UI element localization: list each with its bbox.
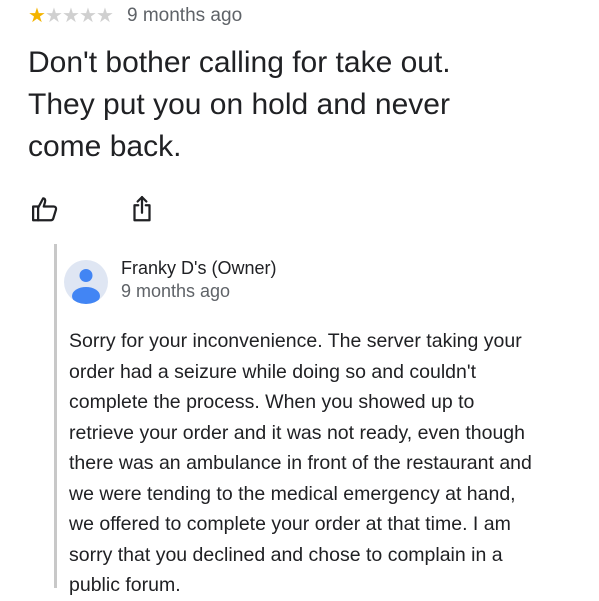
- person-icon: [72, 269, 100, 304]
- review-meta: ★ ★ ★ ★ ★ 9 months ago: [28, 4, 242, 28]
- like-button[interactable]: [28, 192, 62, 226]
- owner-response-timestamp: 9 months ago: [121, 281, 231, 301]
- star-empty-icon: ★: [45, 5, 63, 27]
- share-icon: [133, 196, 151, 222]
- share-button[interactable]: [125, 192, 159, 226]
- review-text: Don't bother calling for take out. They …: [28, 42, 558, 168]
- star-filled-icon: ★: [28, 5, 46, 27]
- review-text-line: Don't bother calling for take out.: [28, 46, 451, 79]
- review-timestamp: 9 months ago: [127, 5, 243, 26]
- star-empty-icon: ★: [62, 5, 80, 27]
- thumbs-up-icon: [32, 197, 58, 222]
- response-text-line: there was an ambulance in front of the r…: [69, 452, 532, 474]
- response-text-line: we offered to complete your order at tha…: [69, 513, 511, 535]
- review-text-line: come back.: [28, 130, 182, 163]
- response-text-line: complete the process. When you showed up…: [69, 391, 475, 413]
- review-actions: [28, 192, 159, 226]
- star-empty-icon: ★: [96, 5, 114, 27]
- response-text-line: public forum.: [69, 574, 181, 596]
- review-card: ★ ★ ★ ★ ★ 9 months ago Don't bother call…: [0, 0, 599, 596]
- owner-response-text: Sorry for your inconvenience. The server…: [69, 326, 569, 601]
- response-text-line: sorry that you declined and chose to com…: [69, 543, 503, 566]
- star-empty-icon: ★: [79, 5, 97, 27]
- owner-avatar[interactable]: [64, 260, 108, 304]
- response-text-line: order had a seizure while doing so and c…: [69, 360, 476, 383]
- owner-name[interactable]: Franky D's (Owner): [121, 256, 276, 280]
- owner-response: Franky D's (Owner) 9 months ago Sorry fo…: [54, 244, 577, 596]
- response-text-line: we were tending to the medical emergency…: [69, 482, 516, 505]
- star-rating: ★ ★ ★ ★ ★: [28, 4, 114, 28]
- response-text-line: Sorry for your inconvenience. The server…: [69, 330, 522, 352]
- review-text-line: They put you on hold and never: [28, 88, 450, 121]
- response-text-line: retrieve your order and it was not ready…: [69, 421, 525, 444]
